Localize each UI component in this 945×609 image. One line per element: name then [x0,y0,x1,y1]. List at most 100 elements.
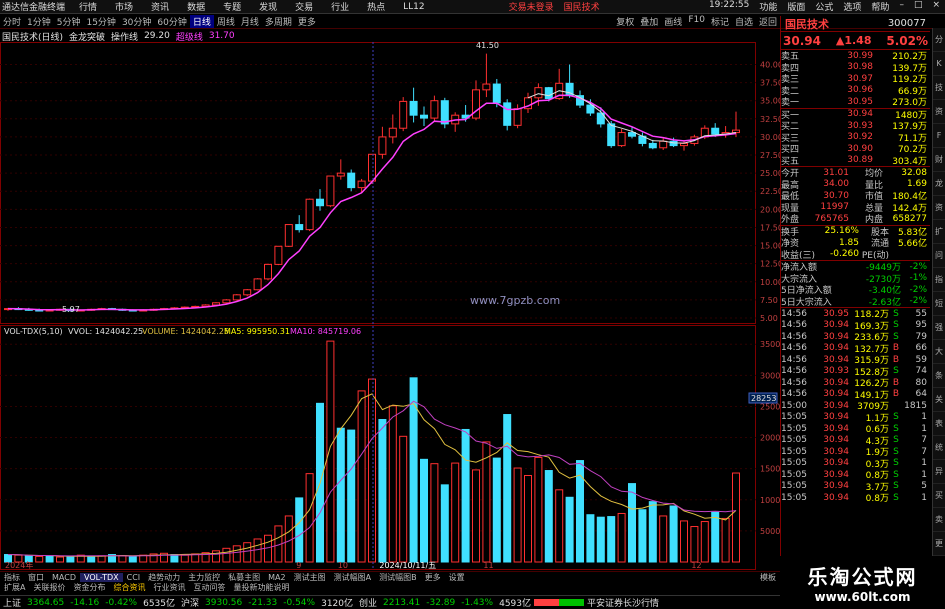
tool-button[interactable]: 标记 [708,15,732,28]
menu-right-item[interactable]: 公式 [810,0,838,13]
candle-body [243,289,252,296]
bottom-tab[interactable]: 扩展A [0,582,29,593]
stat-value: 1.85 [838,237,859,248]
period-tab[interactable]: 周线 [214,15,238,28]
menu-item[interactable]: 专题 [214,0,250,13]
menu-item[interactable]: 热点 [358,0,394,13]
sidebar-button[interactable]: F [933,124,945,148]
menu-item[interactable]: 数据 [178,0,214,13]
sidebar-button[interactable]: K [933,52,945,76]
candle-body [336,172,345,177]
period-tab[interactable]: 15分钟 [83,15,118,28]
sidebar-button[interactable]: 问 [933,244,945,268]
menu-item[interactable]: 市场 [106,0,142,13]
maximize-icon[interactable]: □ [909,0,928,13]
sidebar-button[interactable]: 大 [933,340,945,364]
tool-button[interactable]: 叠加 [637,15,661,28]
sidebar-button[interactable]: 统 [933,436,945,460]
indicator-tab[interactable]: 测试幅图A [330,572,375,583]
minimize-icon[interactable]: – [894,0,909,13]
sidebar-button[interactable]: 龙 [933,172,945,196]
menu-item[interactable]: 行业 [322,0,358,13]
broker-link[interactable]: 国民技术 [559,0,605,13]
sidebar-button[interactable]: 技 [933,76,945,100]
sidebar-button[interactable]: 短 [933,292,945,316]
sidebar-button[interactable]: 资 [933,100,945,124]
sidebar-button[interactable]: 扩 [933,220,945,244]
period-tab[interactable]: 30分钟 [119,15,154,28]
sidebar-button[interactable]: 财 [933,148,945,172]
menu-item[interactable]: 交易 [286,0,322,13]
menu-item[interactable]: 资讯 [142,0,178,13]
bottom-tab[interactable]: 关联报价 [29,582,69,593]
vol-volume: VOLUME: 1424042.25 [142,327,229,336]
trade-login-link[interactable]: 交易未登录 [504,0,559,13]
bottom-tab[interactable]: 行业资讯 [149,582,189,593]
tool-button[interactable]: 复权 [613,15,637,28]
period-tab[interactable]: 月线 [238,15,262,28]
price-frame [0,42,756,324]
quote-panel: 国民技术 300077 30.94 ▲1.48 5.02% 卖五 30.99 210… [780,16,930,572]
indicator-tab[interactable]: 私募主图 [224,572,264,583]
sidebar-button[interactable]: 指 [933,268,945,292]
bottom-tab[interactable]: 资金分布 [69,582,109,593]
indicator-name: 金龙突破 [69,32,106,43]
indicator-tab[interactable]: 窗口 [24,572,48,583]
sidebar-button[interactable]: 条 [933,364,945,388]
indicator-tab[interactable]: MACD [48,573,80,582]
price-tick-label: 20.00 [760,205,780,214]
indicator-tab[interactable]: 主力监控 [184,572,224,583]
indicator-tab[interactable]: 测试主图 [290,572,330,583]
menu-right-item[interactable]: 功能 [754,0,782,13]
volume-bar [638,509,647,563]
sidebar-button[interactable]: 异 [933,460,945,484]
bid-price: 30.94 [847,109,873,120]
period-tab[interactable]: 1分钟 [24,15,54,28]
menu-item[interactable]: 行情 [70,0,106,13]
tool-button[interactable]: 返回 [756,15,780,28]
bottom-tab[interactable]: 综合资讯 [109,582,149,593]
indicator-tab[interactable]: 设置 [445,572,469,583]
tool-button[interactable]: F10 [685,15,708,28]
bottom-tab[interactable]: 互动问答 [189,582,229,593]
menu-right-item[interactable]: 版面 [782,0,810,13]
indicator-tab[interactable]: 更多 [421,572,445,583]
indicator-tab[interactable]: 趋势动力 [144,572,184,583]
sidebar-button[interactable]: 表 [933,412,945,436]
tool-button[interactable]: 自选 [732,15,756,28]
indicator-tab[interactable]: CCI [123,573,145,582]
indicator-tab[interactable]: 测试幅图B [375,572,421,583]
period-tab[interactable]: 更多 [295,15,319,28]
close-icon[interactable]: × [927,0,945,13]
period-tab[interactable]: 分时 [0,15,24,28]
menu-item[interactable]: 发现 [250,0,286,13]
chart-area[interactable]: www.7gpzb.com 41.50 5.97 VOL-TDX(5,10) V… [0,42,780,571]
indicator-tab[interactable]: 指标 [0,572,24,583]
indicator-tabs: 指标 窗口 MACD VOL-TDX CCI 趋势动力 主力监控 私募主图 MA2 测试主图 测试幅… [0,571,780,582]
tick-time: 15:05 [781,435,807,446]
period-tab[interactable]: 5分钟 [54,15,84,28]
bid-label: 买五 [781,156,800,167]
menu-right-item[interactable]: 帮助 [866,0,894,13]
template-tab[interactable]: 模板 [756,572,780,583]
menu-right-item[interactable]: 选项 [838,0,866,13]
volume-bar [295,497,304,563]
period-tab[interactable]: 60分钟 [154,15,189,28]
sidebar-button[interactable]: 关 [933,388,945,412]
quote-name: 国民技术 [785,17,829,31]
sidebar-button[interactable]: 买 [933,484,945,508]
period-tab[interactable]: 多周期 [262,15,295,28]
sidebar-button[interactable]: 分 [933,28,945,52]
sidebar-button[interactable]: 资 [933,196,945,220]
indicator-tab[interactable]: MA2 [264,573,289,582]
bottom-tab[interactable]: 量投新功能说明 [229,582,293,593]
sidebar-button[interactable]: 更 [933,532,945,556]
sidebar-button[interactable]: 卖 [933,508,945,532]
volume-bar [513,467,522,563]
period-tab-active[interactable]: 日线 [189,15,214,28]
volume-tick-label: 25000 [760,402,780,411]
menu-item[interactable]: LL12 [394,2,433,12]
tool-button[interactable]: 画线 [661,15,685,28]
sidebar-button[interactable]: 强 [933,316,945,340]
indicator-tab[interactable]: VOL-TDX [79,572,123,582]
